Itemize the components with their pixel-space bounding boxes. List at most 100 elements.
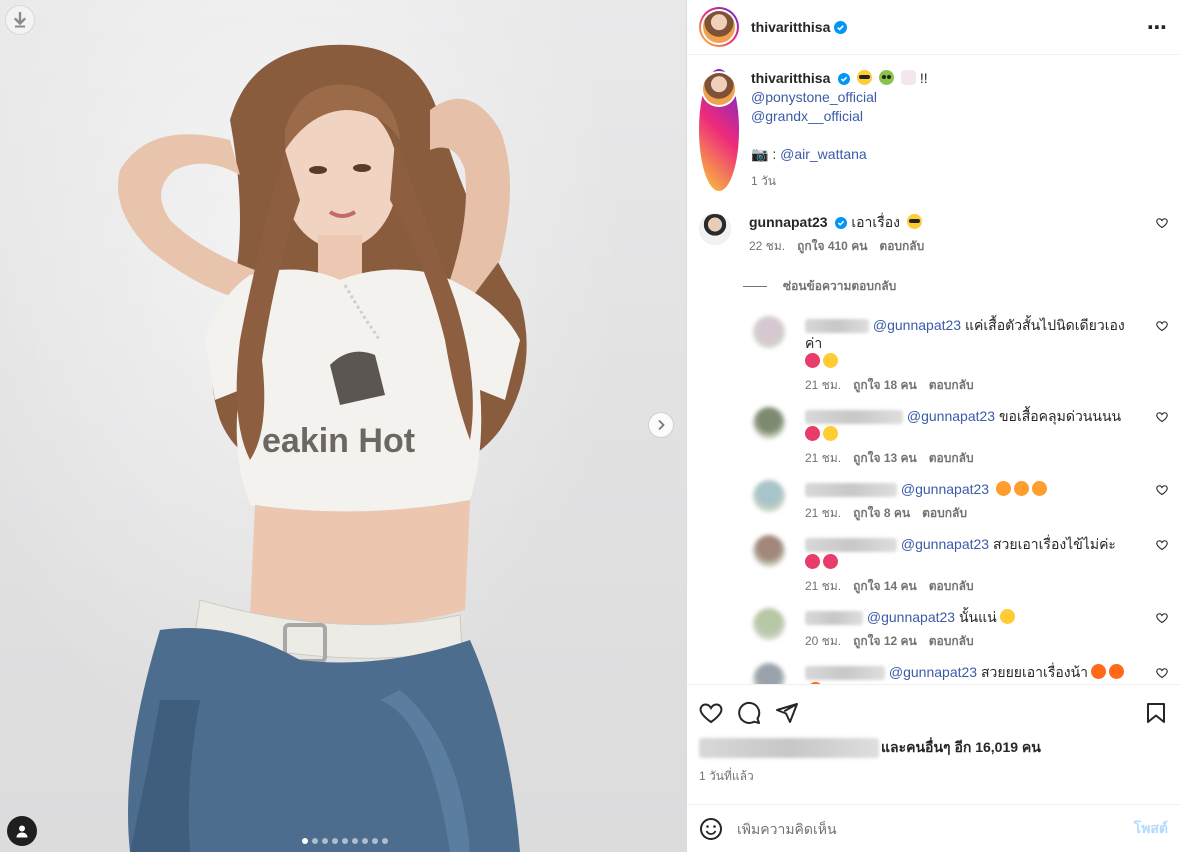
add-comment-bar: โพสต์ bbox=[687, 804, 1180, 852]
carousel-dot bbox=[332, 838, 338, 844]
comment-likes[interactable]: ถูกใจ 410 คน bbox=[797, 237, 867, 255]
photo-illustration: eakin Hot bbox=[118, 44, 527, 852]
comment-reply-button[interactable]: ตอบกลับ bbox=[879, 237, 924, 255]
likes-count-text: และคนอื่นๆ อีก 16,019 คน bbox=[881, 739, 1041, 755]
caption-avatar-ring[interactable] bbox=[699, 69, 739, 191]
caption-mention-photographer[interactable]: @air_wattana bbox=[780, 146, 867, 162]
reply-username-blurred[interactable] bbox=[805, 410, 903, 425]
reply-time: 21 ชม. bbox=[805, 451, 842, 465]
sunglasses-emoji-icon bbox=[857, 70, 873, 85]
post-header: thivaritthisa ⋯ bbox=[687, 0, 1180, 55]
reply-reply-button[interactable]: ตอบกลับ bbox=[922, 504, 967, 522]
comment-icon[interactable] bbox=[737, 701, 761, 725]
reply-mention[interactable]: @gunnapat23 bbox=[873, 317, 961, 333]
commenter-username[interactable]: gunnapat23 bbox=[749, 214, 828, 230]
post-comment-button[interactable]: โพสต์ bbox=[1134, 818, 1168, 840]
reply-likes[interactable]: ถูกใจ 12 คน bbox=[853, 632, 917, 650]
alien-emoji-icon bbox=[879, 70, 895, 85]
reply-likes[interactable]: ถูกใจ 8 คน bbox=[853, 504, 910, 522]
download-button[interactable] bbox=[5, 5, 35, 35]
caption-mention-grandx[interactable]: @grandx__official bbox=[751, 107, 928, 126]
reply-username-blurred[interactable] bbox=[805, 319, 869, 334]
like-icon[interactable] bbox=[699, 701, 723, 725]
shirt-print-text: eakin Hot bbox=[262, 422, 415, 460]
reply-avatar[interactable] bbox=[753, 316, 785, 348]
reply-like-icon[interactable] bbox=[1156, 539, 1168, 551]
reply-reply-button[interactable]: ตอบกลับ bbox=[929, 376, 974, 394]
caption-time: 1 วัน bbox=[751, 174, 776, 188]
author-username[interactable]: thivaritthisa bbox=[751, 19, 830, 35]
reply-like-icon[interactable] bbox=[1156, 411, 1168, 423]
reply-avatar[interactable] bbox=[753, 480, 785, 512]
reply-like-icon[interactable] bbox=[1156, 667, 1168, 679]
reply-reply-button[interactable]: ตอบกลับ bbox=[929, 449, 974, 467]
emoji-icon bbox=[999, 609, 1015, 624]
emoji-icon bbox=[805, 554, 820, 569]
more-icon: ⋯ bbox=[1147, 16, 1168, 39]
reply-username-blurred[interactable] bbox=[805, 538, 897, 553]
carousel-dot bbox=[372, 838, 378, 844]
reply-reply-button[interactable]: ตอบกลับ bbox=[929, 632, 974, 650]
hide-replies-label: ซ่อนข้อความตอบกลับ bbox=[783, 279, 897, 293]
share-icon[interactable] bbox=[775, 701, 799, 725]
reply-username-blurred[interactable] bbox=[805, 483, 897, 498]
reply-avatar[interactable] bbox=[753, 407, 785, 439]
more-options-button[interactable]: ⋯ bbox=[1147, 15, 1168, 40]
reply-likes[interactable]: ถูกใจ 13 คน bbox=[853, 449, 917, 467]
reply-likes[interactable]: ถูกใจ 18 คน bbox=[853, 376, 917, 394]
verified-icon bbox=[838, 73, 851, 86]
post-side-panel: thivaritthisa ⋯ thivaritthisa !! @ponyst… bbox=[686, 0, 1180, 852]
caption-mention-ponystone[interactable]: @ponystone_official bbox=[751, 88, 928, 107]
tagged-users-button[interactable] bbox=[7, 816, 37, 846]
user-tag-icon bbox=[16, 825, 28, 838]
reply-username-blurred[interactable] bbox=[805, 666, 885, 681]
reply-like-icon[interactable] bbox=[1156, 484, 1168, 496]
emoji-icon bbox=[823, 426, 838, 441]
comment-text: เอาเรื่อง bbox=[851, 214, 900, 230]
reply-like-icon[interactable] bbox=[1156, 320, 1168, 332]
emoji-icon bbox=[995, 481, 1011, 496]
comment-time: 22 ชม. bbox=[749, 239, 786, 253]
author-avatar-ring[interactable] bbox=[699, 7, 739, 47]
reply-mention[interactable]: @gunnapat23 bbox=[907, 408, 995, 424]
add-comment-input[interactable] bbox=[737, 820, 1120, 837]
commenter-avatar[interactable] bbox=[699, 213, 731, 245]
reply-avatar[interactable] bbox=[753, 535, 785, 567]
reply-mention[interactable]: @gunnapat23 bbox=[901, 481, 989, 497]
reply-item: @gunnapat23 21 ชม. ถูกใจ 8 คน ตอบกลับ bbox=[753, 480, 1168, 522]
reply-mention[interactable]: @gunnapat23 bbox=[901, 536, 989, 552]
emoji-icon bbox=[1091, 664, 1107, 679]
carousel-dot bbox=[362, 838, 368, 844]
download-icon bbox=[14, 12, 26, 28]
reply-mention[interactable]: @gunnapat23 bbox=[867, 609, 955, 625]
reply-avatar[interactable] bbox=[753, 663, 785, 684]
carousel-indicator bbox=[302, 838, 388, 844]
emoji-icon[interactable] bbox=[699, 817, 723, 841]
hide-replies-button[interactable]: ซ่อนข้อความตอบกลับ bbox=[743, 277, 1168, 296]
caption-text-block: thivaritthisa !! @ponystone_official @gr… bbox=[751, 69, 928, 191]
divider-line bbox=[743, 286, 767, 287]
carousel-dot bbox=[312, 838, 318, 844]
caption-username[interactable]: thivaritthisa bbox=[751, 70, 830, 86]
carousel-dot bbox=[342, 838, 348, 844]
comment-like-icon[interactable] bbox=[1156, 217, 1168, 229]
comments-scroll-area[interactable]: thivaritthisa !! @ponystone_official @gr… bbox=[687, 55, 1180, 684]
ghost-emoji-icon bbox=[900, 70, 916, 85]
next-photo-button[interactable] bbox=[648, 412, 674, 438]
carousel-dot bbox=[302, 838, 308, 844]
reply-time: 21 ชม. bbox=[805, 579, 842, 593]
reply-reply-button[interactable]: ตอบกลับ bbox=[929, 577, 974, 595]
emoji-icon bbox=[823, 554, 838, 569]
reply-item: @gunnapat23 แค่เสื้อตัวสั้นไปนิดเดียวเอง… bbox=[753, 316, 1168, 394]
reply-avatar[interactable] bbox=[753, 608, 785, 640]
reply-username-blurred[interactable] bbox=[805, 611, 863, 626]
emoji-icon bbox=[823, 353, 838, 368]
reply-likes[interactable]: ถูกใจ 14 คน bbox=[853, 577, 917, 595]
likes-summary[interactable]: และคนอื่นๆ อีก 16,019 คน bbox=[699, 737, 1168, 759]
reply-like-icon[interactable] bbox=[1156, 612, 1168, 624]
reply-mention[interactable]: @gunnapat23 bbox=[889, 664, 977, 680]
save-icon[interactable] bbox=[1144, 701, 1168, 725]
reply-text: ขอเสื้อคลุมด่วนนนน bbox=[998, 408, 1122, 424]
carousel-dot bbox=[322, 838, 328, 844]
post-photo[interactable]: eakin Hot bbox=[0, 0, 686, 852]
